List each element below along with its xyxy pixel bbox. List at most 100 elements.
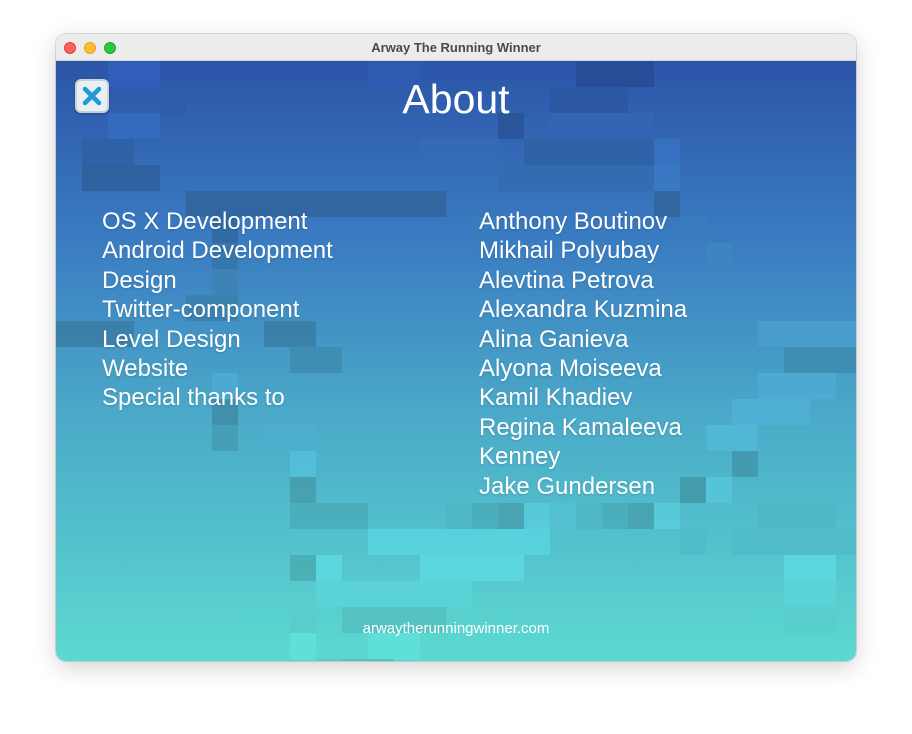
- background-pixel: [654, 165, 680, 191]
- website-link[interactable]: arwaytherunningwinner.com: [56, 620, 856, 637]
- background-pixel: [446, 581, 472, 607]
- background-pixel: [524, 529, 550, 555]
- background-pixel: [498, 165, 524, 191]
- background-pixel: [394, 581, 420, 607]
- background-pixel: [212, 425, 238, 451]
- background-pixel: [420, 581, 446, 607]
- background-pixel: [446, 139, 472, 165]
- background-pixel: [342, 191, 368, 217]
- background-pixel: [316, 581, 342, 607]
- background-pixel: [290, 425, 316, 451]
- window-title: Arway The Running Winner: [371, 40, 541, 55]
- background-pixel: [82, 139, 108, 165]
- background-pixel: [810, 581, 836, 607]
- background-pixel: [550, 503, 576, 529]
- background-pixel: [368, 581, 394, 607]
- background-pixel: [108, 165, 134, 191]
- background-pixel: [784, 347, 810, 373]
- background-pixel: [420, 139, 446, 165]
- background-pixel: [784, 555, 810, 581]
- title-bar: Arway The Running Winner: [56, 34, 856, 61]
- background-pixel: [524, 165, 550, 191]
- background-pixel: [342, 503, 368, 529]
- background-pixel: [576, 165, 602, 191]
- credit-role: Twitter-component: [102, 296, 300, 324]
- credit-names-list: Anthony Boutinov Mikhail Polyubay Alevti…: [479, 207, 687, 501]
- background-pixel: [784, 321, 810, 347]
- background-pixel: [290, 477, 316, 503]
- background-pixel: [732, 399, 758, 425]
- background-pixel: [576, 139, 602, 165]
- background-pixel: [342, 659, 368, 661]
- background-pixel: [472, 555, 498, 581]
- background-pixel: [810, 321, 836, 347]
- background-pixel: [810, 503, 836, 529]
- background-pixel: [602, 165, 628, 191]
- background-pixel: [654, 503, 680, 529]
- background-pixel: [758, 529, 784, 555]
- credit-role: Android Development: [102, 237, 333, 265]
- app-window: Arway The Running Winner About OS X Deve…: [56, 34, 856, 661]
- background-pixel: [56, 321, 82, 347]
- background-pixel: [134, 165, 160, 191]
- background-pixel: [784, 581, 810, 607]
- credit-name: Alina Ganieva: [479, 325, 629, 353]
- background-pixel: [524, 139, 550, 165]
- credit-name: Mikhail Polyubay: [479, 237, 660, 265]
- background-pixel: [446, 503, 472, 529]
- background-pixel: [290, 555, 316, 581]
- background-pixel: [810, 347, 836, 373]
- credit-name: Alyona Moiseeva: [479, 354, 662, 382]
- background-pixel: [472, 503, 498, 529]
- background-pixel: [316, 503, 342, 529]
- credit-role: Design: [102, 266, 177, 294]
- background-pixel: [758, 321, 784, 347]
- background-pixel: [602, 503, 628, 529]
- background-pixel: [706, 477, 732, 503]
- credit-role: Special thanks to: [102, 384, 285, 412]
- credit-role: Level Design: [102, 325, 241, 353]
- background-pixel: [732, 425, 758, 451]
- background-pixel: [394, 529, 420, 555]
- about-screen: About OS X Development Android Developme…: [56, 61, 856, 661]
- background-pixel: [706, 425, 732, 451]
- background-pixel: [836, 347, 856, 373]
- background-pixel: [524, 503, 550, 529]
- credit-name: Anthony Boutinov: [479, 208, 668, 235]
- background-pixel: [758, 503, 784, 529]
- background-pixel: [498, 529, 524, 555]
- background-pixel: [368, 191, 394, 217]
- background-pixel: [420, 555, 446, 581]
- background-pixel: [628, 503, 654, 529]
- background-pixel: [472, 139, 498, 165]
- background-pixel: [654, 139, 680, 165]
- background-pixel: [342, 581, 368, 607]
- background-pixel: [784, 503, 810, 529]
- background-pixel: [706, 243, 732, 269]
- background-pixel: [264, 425, 290, 451]
- background-pixel: [628, 139, 654, 165]
- background-pixel: [758, 373, 784, 399]
- background-pixel: [394, 191, 420, 217]
- credit-name: Kamil Khadiev: [479, 384, 633, 412]
- background-pixel: [290, 451, 316, 477]
- background-pixel: [732, 451, 758, 477]
- credit-role: Website: [102, 354, 189, 382]
- credit-name: Regina Kamaleeva: [479, 413, 682, 441]
- credit-name: Alexandra Kuzmina: [479, 296, 688, 324]
- background-pixel: [810, 555, 836, 581]
- credit-roles-list: OS X Development Android Development Des…: [102, 207, 333, 413]
- background-pixel: [550, 139, 576, 165]
- background-pixel: [472, 529, 498, 555]
- background-pixel: [680, 529, 706, 555]
- background-pixel: [368, 659, 394, 661]
- credit-role: OS X Development: [102, 208, 308, 235]
- background-pixel: [316, 659, 342, 661]
- background-pixel: [784, 399, 810, 425]
- background-pixel: [758, 399, 784, 425]
- background-pixel: [628, 165, 654, 191]
- background-pixel: [784, 529, 810, 555]
- background-pixel: [498, 555, 524, 581]
- background-pixel: [420, 529, 446, 555]
- background-pixel: [420, 191, 446, 217]
